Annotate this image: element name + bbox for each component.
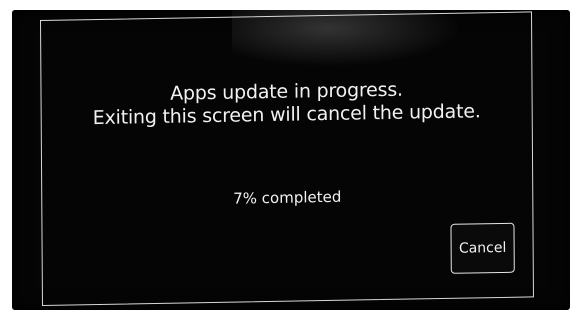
- update-dialog: Apps update in progress. Exiting this sc…: [40, 11, 534, 306]
- update-message: Apps update in progress. Exiting this sc…: [41, 76, 531, 131]
- cancel-button[interactable]: Cancel: [450, 222, 515, 274]
- photo-frame: Apps update in progress. Exiting this sc…: [0, 0, 578, 318]
- display-screen: Apps update in progress. Exiting this sc…: [12, 10, 570, 310]
- progress-status-text: 7% completed: [233, 187, 342, 208]
